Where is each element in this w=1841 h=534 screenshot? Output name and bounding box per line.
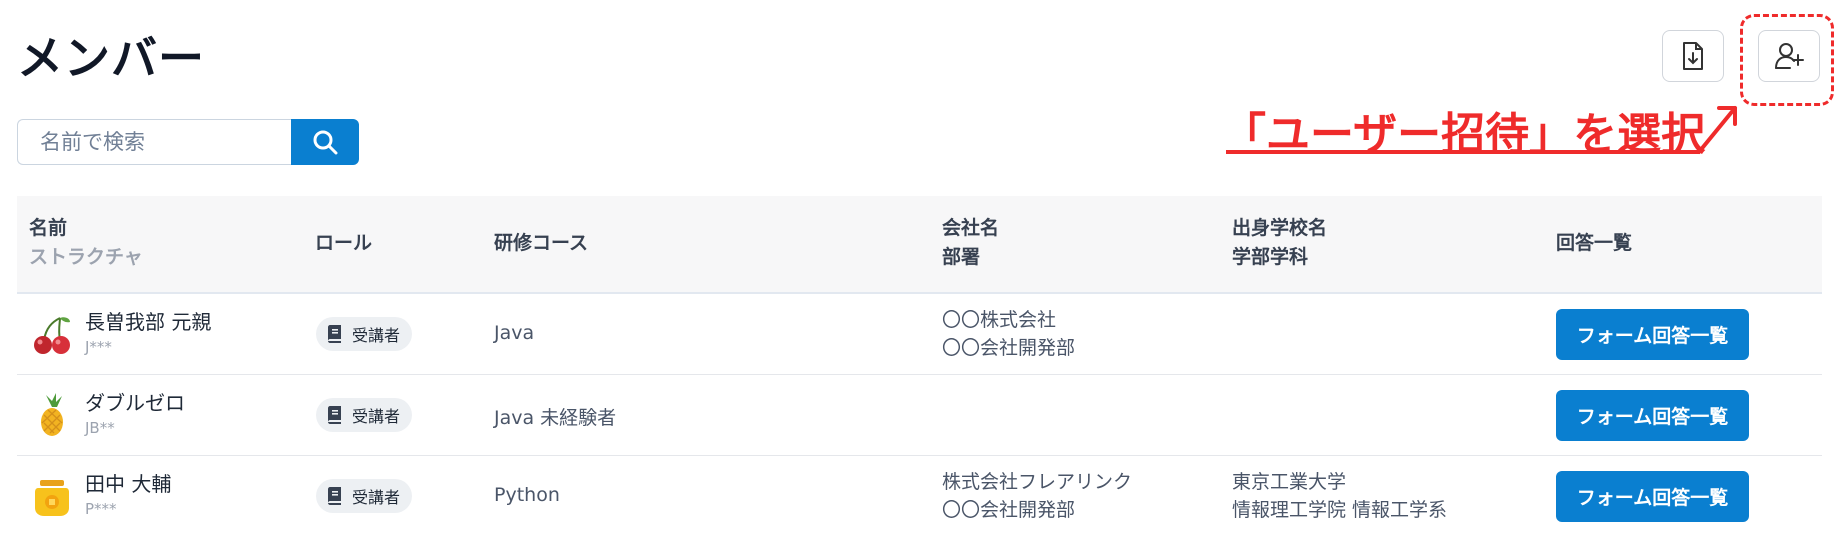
members-table: 名前 ストラクチャ ロール 研修コース 会社名 部署 出身学校名 学部学科 回答… xyxy=(17,196,1822,534)
table-row: ダブルゼロ JB** 受講者 Java 未経験者 フォーム回答一覧 xyxy=(17,375,1822,456)
company-info: 〇〇株式会社 〇〇会社開発部 xyxy=(942,306,1075,362)
search-bar xyxy=(17,119,359,165)
school-name: 東京工業大学 xyxy=(1232,471,1347,493)
book-icon xyxy=(328,406,341,424)
department-name: 〇〇会社開発部 xyxy=(942,337,1076,359)
role-label: 受講者 xyxy=(352,326,401,345)
file-download-icon xyxy=(1683,42,1703,70)
header-company: 会社名 部署 xyxy=(942,214,999,272)
company-name: 株式会社フレアリンク xyxy=(942,471,1133,493)
search-button[interactable] xyxy=(291,119,359,165)
school-info: 東京工業大学 情報理工学院 情報工学系 xyxy=(1232,468,1447,524)
member-name: ダブルゼロ xyxy=(85,391,185,415)
course-name: Java xyxy=(494,322,535,344)
header-department-label: 部署 xyxy=(942,246,981,268)
table-row: 長曽我部 元親 J*** 受講者 Java 〇〇株式会社 〇〇会社開発部 フォー… xyxy=(17,294,1822,375)
header-company-label: 会社名 xyxy=(942,217,1000,239)
page-title: メンバー xyxy=(17,31,205,85)
book-icon xyxy=(328,325,341,343)
annotation-underline xyxy=(1226,150,1700,154)
member-name: 田中 大輔 xyxy=(85,472,172,496)
header-answers: 回答一覧 xyxy=(1556,232,1633,254)
department-name: 〇〇会社開発部 xyxy=(942,499,1076,521)
search-input[interactable] xyxy=(17,119,291,165)
faculty-name: 情報理工学院 情報工学系 xyxy=(1232,499,1448,521)
cherry-icon xyxy=(34,317,70,354)
course-name: Java 未経験者 xyxy=(494,407,617,429)
course-name: Python xyxy=(494,484,560,506)
form-answers-button[interactable]: フォーム回答一覧 xyxy=(1556,309,1749,360)
arrow-icon xyxy=(1697,106,1737,154)
header-course: 研修コース xyxy=(494,232,589,254)
company-name: 〇〇株式会社 xyxy=(942,309,1057,331)
table-header: 名前 ストラクチャ ロール 研修コース 会社名 部署 出身学校名 学部学科 回答… xyxy=(17,196,1822,294)
company-info: 株式会社フレアリンク 〇〇会社開発部 xyxy=(942,468,1132,524)
header-faculty-label: 学部学科 xyxy=(1232,246,1309,268)
avatar xyxy=(29,311,75,357)
avatar xyxy=(29,473,75,519)
member-code: JB** xyxy=(85,419,115,437)
header-structure-label: ストラクチャ xyxy=(29,246,143,268)
role-badge: 受講者 xyxy=(316,398,413,432)
honey-jar-icon xyxy=(35,480,69,516)
header-name: 名前 ストラクチャ xyxy=(29,214,143,272)
search-icon xyxy=(313,130,338,155)
user-plus-icon xyxy=(1775,43,1804,69)
download-button[interactable] xyxy=(1662,30,1724,82)
header-role: ロール xyxy=(315,232,373,254)
header-school: 出身学校名 学部学科 xyxy=(1232,214,1327,272)
role-badge: 受講者 xyxy=(316,317,413,351)
table-row: 田中 大輔 P*** 受講者 Python 株式会社フレアリンク 〇〇会社開発部… xyxy=(17,456,1822,534)
member-code: P*** xyxy=(85,500,117,518)
role-label: 受講者 xyxy=(352,407,401,426)
invite-user-button[interactable] xyxy=(1758,30,1820,82)
member-code: J*** xyxy=(85,338,112,356)
role-badge: 受講者 xyxy=(316,479,413,513)
role-label: 受講者 xyxy=(352,488,401,507)
pineapple-icon xyxy=(41,393,63,436)
header-name-label: 名前 xyxy=(29,217,68,239)
avatar xyxy=(29,392,75,438)
form-answers-button[interactable]: フォーム回答一覧 xyxy=(1556,471,1749,522)
member-name: 長曽我部 元親 xyxy=(85,310,212,334)
form-answers-button[interactable]: フォーム回答一覧 xyxy=(1556,390,1749,441)
header-school-label: 出身学校名 xyxy=(1232,217,1328,239)
book-icon xyxy=(328,487,341,505)
